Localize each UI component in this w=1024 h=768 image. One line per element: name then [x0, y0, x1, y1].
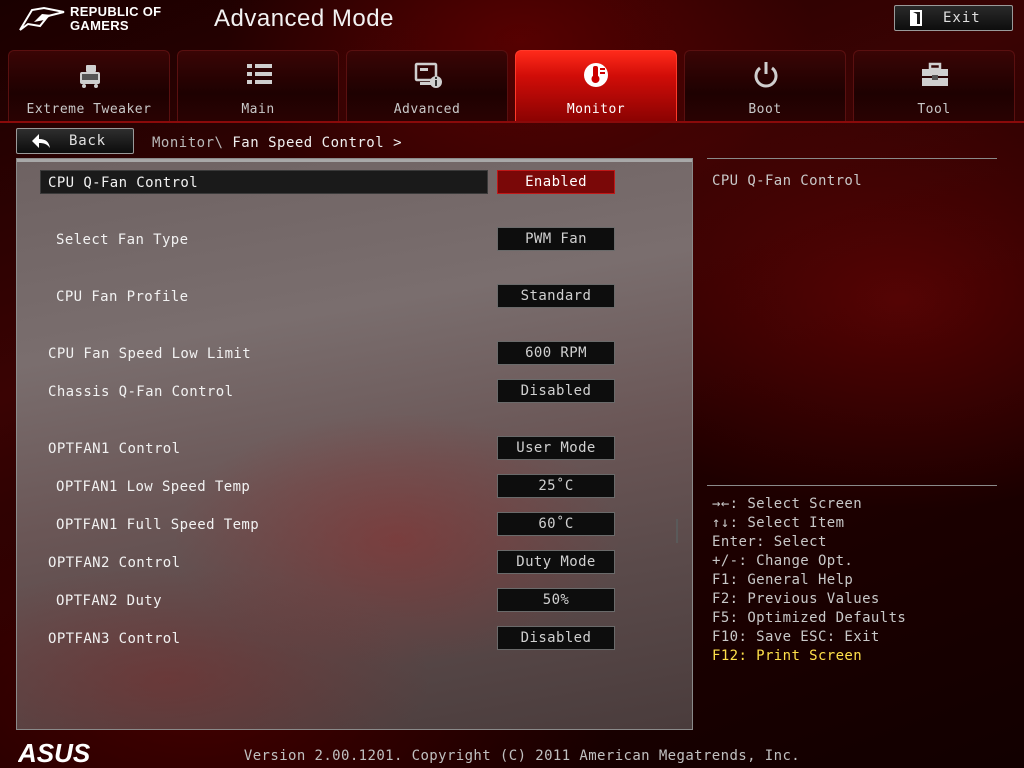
tab-monitor[interactable]: Monitor [515, 50, 677, 122]
key-hint: +/-: Change Opt. [712, 553, 854, 569]
page-title: Advanced Mode [214, 5, 394, 32]
setting-optfan1-full-speed-temp[interactable]: OPTFAN1 Full Speed Temp 60˚C [17, 512, 657, 538]
key-hint-print-screen: F12: Print Screen [712, 648, 863, 664]
setting-value-field[interactable]: 25˚C [497, 474, 615, 498]
key-hint: →←: Select Screen [712, 496, 863, 512]
key-hint: F1: General Help [712, 572, 854, 588]
setting-cpu-fan-speed-low-limit[interactable]: CPU Fan Speed Low Limit 600 RPM [17, 341, 657, 367]
thermometer-icon [584, 63, 608, 87]
setting-label: CPU Fan Speed Low Limit [48, 346, 252, 362]
setting-optfan2-control[interactable]: OPTFAN2 Control Duty Mode [17, 550, 657, 576]
back-arrow-icon [32, 134, 50, 148]
help-mid-divider [707, 485, 997, 486]
toolbox-icon [922, 62, 948, 86]
key-hint: F2: Previous Values [712, 591, 880, 607]
help-description: CPU Q-Fan Control [712, 173, 863, 189]
setting-value-selector[interactable]: User Mode [497, 436, 615, 460]
setting-label: OPTFAN1 Full Speed Temp [56, 517, 260, 533]
breadcrumb: Monitor\ Fan Speed Control > [152, 135, 402, 151]
setting-value-field[interactable]: 60˚C [497, 512, 615, 536]
setting-value-selector[interactable]: Disabled [497, 379, 615, 403]
tab-label: Extreme Tweaker [26, 102, 152, 117]
setting-value-selector[interactable]: Standard [497, 284, 615, 308]
setting-label: CPU Q-Fan Control [48, 175, 199, 191]
setting-value-field[interactable]: 50% [497, 588, 615, 612]
tab-label: Advanced [393, 102, 461, 117]
setting-optfan1-low-speed-temp[interactable]: OPTFAN1 Low Speed Temp 25˚C [17, 474, 657, 500]
settings-panel: CPU Q-Fan Control Enabled Select Fan Typ… [16, 158, 693, 730]
tab-label: Monitor [566, 102, 626, 117]
setting-value-selector[interactable]: PWM Fan [497, 227, 615, 251]
setting-label: OPTFAN2 Duty [56, 593, 162, 609]
back-label: Back [69, 133, 106, 149]
setting-value-selector[interactable]: Disabled [497, 626, 615, 650]
tab-extreme-tweaker[interactable]: Extreme Tweaker [8, 50, 170, 122]
version-copyright: Version 2.00.1201. Copyright (C) 2011 Am… [243, 748, 801, 764]
list-icon [247, 64, 272, 84]
tab-boot[interactable]: Boot [684, 50, 846, 122]
setting-optfan3-control[interactable]: OPTFAN3 Control Disabled [17, 626, 657, 652]
tab-main[interactable]: Main [177, 50, 339, 122]
setting-chassis-q-fan-control[interactable]: Chassis Q-Fan Control Disabled [17, 379, 657, 405]
tab-divider [0, 121, 1024, 123]
exit-button[interactable]: Exit [894, 5, 1013, 31]
help-top-divider [707, 158, 997, 159]
setting-label: CPU Fan Profile [56, 289, 189, 305]
breadcrumb-parent[interactable]: Monitor\ [152, 135, 223, 151]
tab-tool[interactable]: Tool [853, 50, 1015, 122]
setting-value-selector[interactable]: Duty Mode [497, 550, 615, 574]
key-hint: F5: Optimized Defaults [712, 610, 907, 626]
setting-value-selector[interactable]: 600 RPM [497, 341, 615, 365]
breadcrumb-current: Fan Speed Control > [232, 135, 403, 151]
exit-door-icon [910, 10, 922, 26]
key-hint: ↑↓: Select Item [712, 515, 845, 531]
setting-label: OPTFAN3 Control [48, 631, 181, 647]
setting-optfan2-duty[interactable]: OPTFAN2 Duty 50% [17, 588, 657, 614]
tab-label: Boot [748, 102, 782, 117]
setting-label: Select Fan Type [56, 232, 189, 248]
setting-label: Chassis Q-Fan Control [48, 384, 234, 400]
tab-label: Tool [917, 102, 951, 117]
setting-value-selector[interactable]: Enabled [497, 170, 615, 194]
setting-select-fan-type[interactable]: Select Fan Type PWM Fan [17, 227, 657, 253]
key-hint: Enter: Select [712, 534, 827, 550]
back-button[interactable]: Back [16, 128, 134, 154]
setting-cpu-q-fan-control[interactable]: CPU Q-Fan Control Enabled [17, 170, 657, 196]
rog-logo: REPUBLIC OF GAMERS [18, 4, 188, 34]
advanced-settings-icon [414, 62, 442, 88]
main-tabs: Extreme Tweaker Main Advanced Monitor Bo… [8, 50, 1016, 122]
panel-top-border [17, 159, 692, 162]
scrollbar[interactable] [676, 519, 678, 543]
setting-cpu-fan-profile[interactable]: CPU Fan Profile Standard [17, 284, 657, 310]
tab-advanced[interactable]: Advanced [346, 50, 508, 122]
rog-eye-emblem-icon [19, 6, 65, 31]
extreme-tweaker-icon [80, 65, 100, 88]
key-legend: →←: Select Screen ↑↓: Select Item Enter:… [712, 496, 906, 667]
key-hint: F10: Save ESC: Exit [712, 629, 880, 645]
exit-label: Exit [943, 10, 981, 26]
rog-brand-text: REPUBLIC OF GAMERS [70, 4, 162, 33]
setting-label: OPTFAN1 Low Speed Temp [56, 479, 251, 495]
tab-label: Main [241, 102, 275, 117]
power-icon [754, 62, 778, 88]
setting-optfan1-control[interactable]: OPTFAN1 Control User Mode [17, 436, 657, 462]
setting-label: OPTFAN2 Control [48, 555, 181, 571]
setting-label: OPTFAN1 Control [48, 441, 181, 457]
